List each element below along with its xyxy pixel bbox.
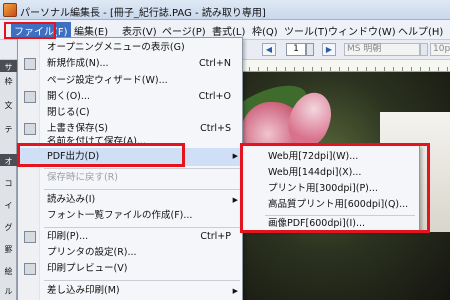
menu-item-printer-settings[interactable]: プリンタの設定(R)...	[19, 245, 243, 261]
side-label[interactable]: サ	[1, 62, 16, 73]
page-number-input[interactable]: 1	[286, 43, 306, 56]
menu-separator	[44, 280, 240, 281]
menu-item-import[interactable]: 読み込み(I) ▶	[19, 192, 243, 208]
side-label[interactable]: ル	[1, 286, 16, 297]
next-page-icon[interactable]: ▶	[322, 43, 336, 56]
pdf-submenu: Web用[72dpi](W)... Web用[144dpi](X)... プリン…	[240, 145, 420, 231]
menu-item-print[interactable]: 印刷(P)... Ctrl+P	[19, 229, 243, 245]
page-spinner[interactable]	[306, 43, 314, 56]
window-title: パーソナル編集長 - [冊子_紀行誌.PAG - 読み取り専用]	[20, 8, 266, 19]
side-label[interactable]: 絵	[1, 266, 16, 277]
app-icon[interactable]	[3, 3, 17, 17]
side-label[interactable]: 枠	[1, 76, 16, 87]
font-size-select[interactable]: 10pt	[430, 43, 450, 56]
submenu-separator	[265, 215, 415, 216]
file-menu: オープニングメニューの表示(G) 新規作成(N)... Ctrl+N ページ設定…	[17, 37, 243, 300]
menu-item-save-as[interactable]: 名前を付けて保存(A)...	[19, 136, 243, 148]
printer-icon	[24, 231, 36, 243]
side-label[interactable]: イ	[1, 200, 16, 211]
side-label[interactable]: コ	[1, 178, 16, 189]
menu-item-open[interactable]: 開く(O)... Ctrl+O	[19, 89, 243, 105]
menu-item-new[interactable]: 新規作成(N)... Ctrl+N	[19, 56, 243, 72]
submenu-item-image-pdf-600dpi[interactable]: 画像PDF[600dpi](I)...	[242, 217, 418, 230]
open-folder-icon	[24, 91, 36, 103]
menu-item-save[interactable]: 上書き保存(S) Ctrl+S	[19, 121, 243, 137]
menu-separator	[44, 168, 240, 169]
menu-item-pdf-export[interactable]: PDF出力(D) ▶	[19, 148, 243, 166]
menu-format[interactable]: 書式(L)	[212, 23, 245, 38]
title-bar: パーソナル編集長 - [冊子_紀行誌.PAG - 読み取り専用]	[0, 0, 450, 20]
side-label[interactable]: テ	[1, 124, 16, 135]
chevron-down-icon[interactable]	[420, 43, 428, 56]
menu-item-font-list[interactable]: フォント一覧ファイルの作成(F)...	[19, 208, 243, 224]
menu-help[interactable]: ヘルプ(H)	[398, 23, 443, 38]
menu-edit[interactable]: 編集(E)	[74, 23, 108, 38]
save-icon	[24, 123, 36, 135]
menu-page[interactable]: ページ(P)	[162, 23, 206, 38]
font-name-select[interactable]: MS 明朝	[344, 43, 420, 56]
side-label[interactable]: 罫	[1, 244, 16, 255]
menu-item-print-preview[interactable]: 印刷プレビュー(V)	[19, 261, 243, 277]
menu-item-mail-merge[interactable]: 差し込み印刷(M) ▶	[19, 283, 243, 299]
menu-item-revert: 保存時に戻す(R)	[47, 172, 119, 183]
side-label[interactable]: 文	[1, 100, 16, 111]
menu-item-show-opening[interactable]: オープニングメニューの表示(G)	[19, 40, 243, 56]
submenu-arrow-icon: ▶	[232, 152, 238, 160]
menu-separator	[44, 227, 240, 228]
menu-separator	[44, 189, 240, 190]
side-label[interactable]: オ	[1, 156, 16, 167]
menu-tools[interactable]: ツール(T)	[284, 23, 328, 38]
submenu-item-web-144dpi[interactable]: Web用[144dpi](X)...	[242, 165, 418, 181]
submenu-arrow-icon: ▶	[232, 196, 238, 204]
menu-item-close[interactable]: 閉じる(C)	[19, 105, 243, 121]
prev-page-icon[interactable]: ◀	[262, 43, 276, 56]
side-label[interactable]: グ	[1, 222, 16, 233]
new-document-icon	[24, 58, 36, 70]
menu-item-page-setup-wizard[interactable]: ページ設定ウィザード(W)...	[19, 73, 243, 89]
submenu-item-hq-print-600dpi[interactable]: 高品質プリント用[600dpi](Q)...	[242, 197, 418, 213]
menu-frame[interactable]: 枠(Q)	[252, 23, 278, 38]
submenu-item-web-72dpi[interactable]: Web用[72dpi](W)...	[242, 149, 418, 165]
submenu-arrow-icon: ▶	[232, 287, 238, 295]
preview-icon	[24, 263, 36, 275]
submenu-item-print-300dpi[interactable]: プリント用[300dpi](P)...	[242, 181, 418, 197]
side-panel: サ 枠 文 テ オ コ イ グ 罫 絵 ル	[0, 60, 17, 300]
menu-window[interactable]: ウィンドウ(W)	[328, 23, 396, 38]
menu-view[interactable]: 表示(V)	[122, 23, 157, 38]
horizontal-ruler	[240, 60, 450, 72]
